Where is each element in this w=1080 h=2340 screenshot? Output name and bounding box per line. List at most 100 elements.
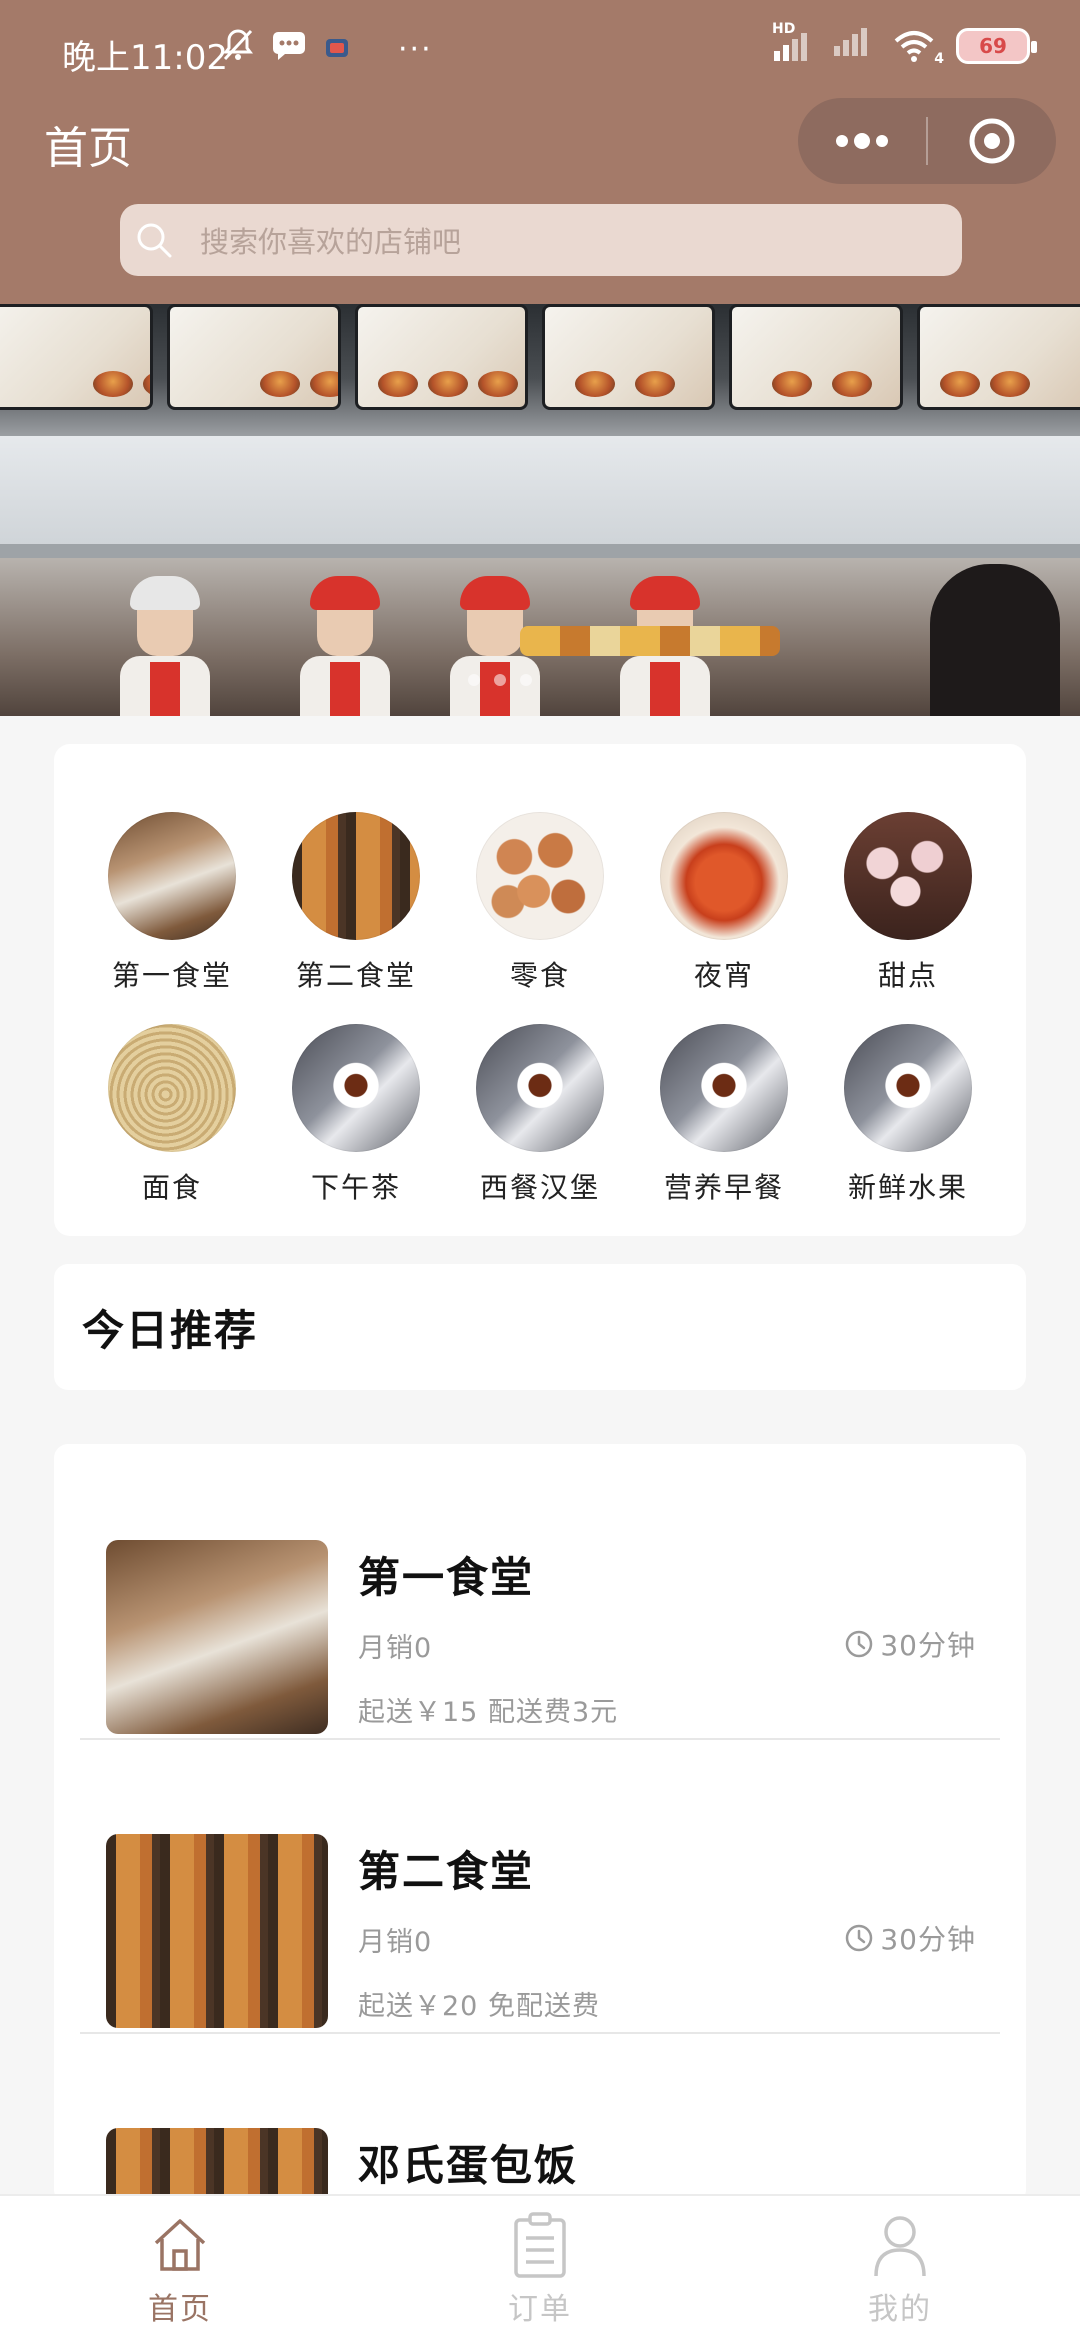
page-title: 首页 bbox=[44, 123, 132, 174]
banner-counter bbox=[0, 436, 1080, 546]
app-notification-icon bbox=[324, 30, 350, 70]
banner-worker bbox=[120, 576, 210, 716]
more-dots-icon bbox=[836, 133, 888, 149]
store-photo bbox=[106, 1834, 328, 2028]
mini-program-capsule bbox=[798, 98, 1056, 184]
banner-customer bbox=[930, 564, 1060, 716]
banner-dots bbox=[468, 674, 532, 686]
status-bar: 晚上11:02 ··· HD 4 69 bbox=[0, 0, 1080, 100]
category-item[interactable]: 下午茶 bbox=[266, 1024, 446, 1224]
category-label: 面食 bbox=[141, 1171, 202, 1204]
tab-profile[interactable]: 我的 bbox=[720, 2196, 1080, 2340]
tea-photo-icon bbox=[844, 1024, 972, 1152]
mute-bell-icon bbox=[222, 28, 254, 71]
more-status-icon: ··· bbox=[398, 32, 433, 67]
store-sales: 月销0 bbox=[358, 1633, 433, 1664]
banner-menu-board bbox=[729, 304, 903, 410]
banner-menu-board bbox=[354, 304, 528, 410]
store-item[interactable]: 邓氏蛋包饭 bbox=[80, 2032, 1000, 2204]
tab-orders[interactable]: 订单 bbox=[360, 2196, 720, 2340]
category-label: 营养早餐 bbox=[663, 1171, 784, 1204]
clock-icon bbox=[846, 1630, 873, 1658]
store-time-text: 30分钟 bbox=[880, 1923, 976, 1956]
user-icon bbox=[867, 2212, 933, 2278]
wifi-icon: 4 bbox=[892, 29, 944, 67]
close-target-icon bbox=[969, 118, 1015, 164]
category-item[interactable]: 夜宵 bbox=[634, 812, 814, 1012]
category-label: 西餐汉堡 bbox=[479, 1171, 600, 1204]
tab-label: 我的 bbox=[868, 2292, 932, 2327]
banner-dot[interactable] bbox=[520, 674, 532, 686]
store-name: 第二食堂 bbox=[358, 1847, 535, 1896]
more-button[interactable] bbox=[798, 98, 926, 184]
network-label: HD bbox=[772, 20, 796, 37]
tea-photo-icon bbox=[660, 1024, 788, 1152]
tab-home[interactable]: 首页 bbox=[0, 2196, 360, 2340]
category-item[interactable]: 营养早餐 bbox=[634, 1024, 814, 1224]
tab-bar: 首页 订单 我的 bbox=[0, 2194, 1080, 2340]
search-placeholder: 搜索你喜欢的店铺吧 bbox=[200, 225, 462, 259]
store-time-text: 30分钟 bbox=[880, 1629, 976, 1662]
category-label: 新鲜水果 bbox=[847, 1171, 968, 1204]
canteen-photo-icon bbox=[108, 812, 236, 940]
search-icon bbox=[134, 220, 174, 260]
search-bar[interactable]: 搜索你喜欢的店铺吧 bbox=[120, 204, 962, 276]
close-button[interactable] bbox=[928, 98, 1056, 184]
night-snack-photo-icon bbox=[660, 812, 788, 940]
category-item[interactable]: 零食 bbox=[450, 812, 630, 1012]
store-name: 第一食堂 bbox=[358, 1553, 535, 1602]
status-left-icons: ··· bbox=[222, 28, 433, 71]
dessert-photo-icon bbox=[844, 812, 972, 940]
store-sales: 月销0 bbox=[358, 1927, 433, 1958]
banner-carousel[interactable] bbox=[0, 304, 1080, 716]
banner-menu-board bbox=[167, 304, 341, 410]
tab-label: 首页 bbox=[148, 2292, 212, 2327]
category-label: 甜点 bbox=[877, 959, 938, 992]
category-label: 夜宵 bbox=[693, 959, 754, 992]
banner-food-tray bbox=[520, 626, 780, 656]
store-time: 30分钟 bbox=[844, 1624, 976, 1664]
store-delivery: 起送￥20 免配送费 bbox=[358, 1991, 600, 2022]
category-item[interactable]: 西餐汉堡 bbox=[450, 1024, 630, 1224]
banner-menu-boards bbox=[0, 304, 1080, 420]
noodle-photo-icon bbox=[108, 1024, 236, 1152]
category-item[interactable]: 第一食堂 bbox=[82, 812, 262, 1012]
message-icon bbox=[272, 30, 306, 70]
signal-hd-icon: HD bbox=[772, 21, 812, 63]
order-icon bbox=[507, 2212, 573, 2278]
banner-menu-board bbox=[0, 304, 154, 410]
store-delivery: 起送￥15 配送费3元 bbox=[358, 1697, 619, 1728]
category-grid: 第一食堂 第二食堂 零食 夜宵 甜点 面食 下午茶 西餐汉堡 营养早餐 新鲜水果 bbox=[54, 744, 1026, 1236]
recommend-section-header: 今日推荐 bbox=[54, 1264, 1026, 1390]
category-item[interactable]: 面食 bbox=[82, 1024, 262, 1224]
signal-icon bbox=[832, 24, 872, 67]
battery-icon: 69 bbox=[956, 27, 1037, 64]
store-item[interactable]: 第二食堂 月销0 30分钟 起送￥20 免配送费 bbox=[80, 1738, 1000, 2034]
banner-worker bbox=[300, 576, 390, 716]
store-photo bbox=[106, 1540, 328, 1734]
category-item[interactable]: 甜点 bbox=[818, 812, 998, 1012]
snack-photo-icon bbox=[476, 812, 604, 940]
category-item[interactable]: 第二食堂 bbox=[266, 812, 446, 1012]
banner-rail bbox=[0, 544, 1080, 558]
canteen-food-photo-icon bbox=[292, 812, 420, 940]
status-time: 晚上11:02 bbox=[62, 38, 228, 78]
header: 晚上11:02 ··· HD 4 69 首页 搜索你喜欢的店铺吧 bbox=[0, 0, 1080, 304]
banner-dot[interactable] bbox=[468, 674, 480, 686]
banner-menu-board bbox=[541, 304, 716, 410]
tea-photo-icon bbox=[292, 1024, 420, 1152]
category-label: 下午茶 bbox=[310, 1171, 401, 1204]
clock-icon bbox=[846, 1924, 873, 1952]
banner-menu-board bbox=[916, 304, 1080, 410]
category-label: 零食 bbox=[509, 959, 570, 992]
store-list: 第一食堂 月销0 30分钟 起送￥15 配送费3元 第二食堂 月销0 30分钟 … bbox=[54, 1444, 1026, 2204]
category-item[interactable]: 新鲜水果 bbox=[818, 1024, 998, 1224]
recommend-title: 今日推荐 bbox=[82, 1305, 259, 1355]
tab-label: 订单 bbox=[508, 2292, 572, 2327]
store-item[interactable]: 第一食堂 月销0 30分钟 起送￥15 配送费3元 bbox=[80, 1444, 1000, 1740]
tea-photo-icon bbox=[476, 1024, 604, 1152]
status-right-icons: HD 4 69 bbox=[772, 21, 1037, 67]
home-icon bbox=[147, 2212, 213, 2278]
banner-dot[interactable] bbox=[494, 674, 506, 686]
category-label: 第二食堂 bbox=[295, 959, 416, 992]
